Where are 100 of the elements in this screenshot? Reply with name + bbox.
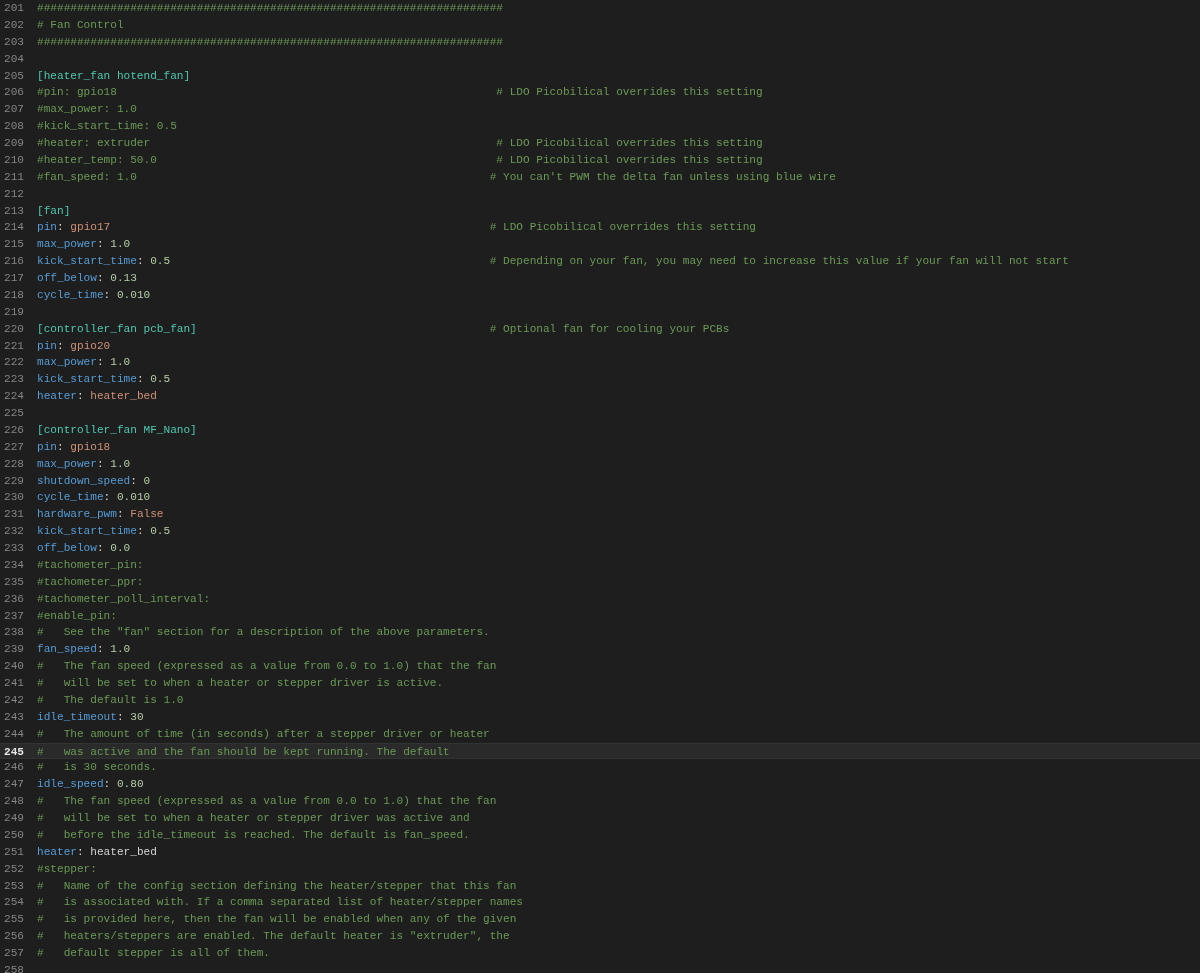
code-line: #pin: gpio18 # LDO Picobilical overrides this setting	[37, 85, 763, 101]
code-line: fan_speed: 1.0	[37, 642, 131, 658]
line-number: 247	[3, 777, 24, 793]
line-number: 202	[3, 17, 24, 33]
line-number: 234	[3, 557, 24, 573]
code-line: max_power: 1.0	[37, 456, 131, 472]
code-line: pin: gpio17 # LDO Picobilical overrides this setting	[37, 220, 756, 236]
code-line: off_below: 0.13	[37, 271, 137, 286]
code-line: idle_timeout: 30	[37, 709, 144, 725]
code-line: cycle_time: 0.010	[37, 287, 151, 303]
code-line: heater: heater_bed	[37, 389, 157, 405]
code-line: cycle_time: 0.010	[37, 490, 151, 506]
line-number: 246	[3, 760, 24, 776]
code-line: #heater: extruder # LDO Picobilical overrides this setting	[37, 136, 763, 151]
code-line: # The fan speed (expressed as a value from 0.0 to 1.0) that the fan	[37, 794, 497, 810]
code-line: [heater_fan hotend_fan]	[37, 68, 191, 84]
code-line: #max_power: 1.0	[37, 102, 137, 118]
line-number: 255	[3, 912, 24, 928]
code-line: # before the idle_timeout is reached. The default is fan_speed.	[37, 827, 470, 843]
code-line: # See the "fan" section for a description of the above parameters.	[37, 625, 490, 641]
line-number: 237	[3, 608, 24, 624]
line-number: 222	[3, 355, 24, 371]
line-number: 250	[3, 827, 24, 843]
code-line: kick_start_time: 0.5	[37, 372, 171, 388]
code-line: heater: heater_bed	[37, 844, 157, 860]
line-number: 217	[3, 271, 24, 286]
line-number: 226	[3, 422, 24, 438]
line-number: 219	[3, 304, 24, 320]
code-line: idle_speed: 0.80	[37, 777, 144, 793]
line-number: 225	[3, 406, 24, 421]
line-number: 239	[3, 642, 24, 658]
code-line: off_below: 0.0	[37, 541, 131, 556]
line-number: 235	[3, 574, 24, 590]
line-number: 244	[3, 726, 24, 742]
line-number: 201	[3, 1, 24, 16]
code-line: # will be set to when a heater or stepper driver was active and	[37, 811, 470, 826]
code-line: [fan]	[37, 203, 71, 219]
line-number: 223	[3, 372, 24, 388]
code-line: #tachometer_poll_interval:	[37, 591, 211, 607]
line-number: 220	[3, 321, 24, 337]
line-number: 231	[3, 507, 24, 523]
line-number: 236	[3, 591, 24, 607]
code-line: # The amount of time (in seconds) after a stepper driver or heater	[37, 726, 490, 742]
line-number: 204	[3, 51, 24, 67]
line-number: 208	[3, 119, 24, 135]
line-number: 216	[3, 254, 24, 270]
code-line: #tachometer_ppr:	[37, 574, 144, 590]
code-line: # is provided here, then the fan will be enabled when any of the given	[37, 912, 517, 928]
line-number: 206	[3, 85, 24, 101]
line-number: 249	[3, 811, 24, 826]
line-number: 251	[3, 844, 24, 860]
line-number: 257	[3, 946, 24, 961]
code-line: kick_start_time: 0.5 # Depending on your fan, you may need to increase this value if your fan will not start	[37, 254, 1069, 270]
line-number: 207	[3, 102, 24, 118]
line-number: 238	[3, 625, 24, 641]
code-line: # is associated with. If a comma separated list of heater/stepper names	[37, 895, 523, 911]
line-number: 213	[3, 203, 24, 219]
line-number: 242	[3, 692, 24, 708]
line-number: 232	[3, 524, 24, 540]
line-number: 258	[3, 962, 24, 973]
line-number: 241	[3, 676, 24, 691]
code-line: pin: gpio20	[37, 338, 111, 354]
code-line: # The fan speed (expressed as a value from 0.0 to 1.0) that the fan	[37, 659, 497, 675]
code-line: max_power: 1.0	[37, 237, 131, 253]
line-number: 218	[3, 287, 24, 303]
code-line: # was active and the fan should be kept running. The default	[37, 744, 450, 759]
line-number: 233	[3, 541, 24, 556]
code-line: #fan_speed: 1.0 # You can't PWM the delta fan unless using blue wire	[37, 169, 836, 185]
line-number: 253	[3, 878, 24, 894]
line-number: 254	[3, 895, 24, 911]
line-number: 205	[3, 68, 24, 84]
line-number: 214	[3, 220, 24, 236]
code-line: ######################################################################	[37, 34, 503, 50]
line-number: 256	[3, 929, 24, 945]
line-number: 228	[3, 456, 24, 472]
code-line: # will be set to when a heater or stepper driver is active.	[37, 676, 444, 691]
line-number: 252	[3, 861, 24, 877]
code-line: #stepper:	[37, 861, 97, 877]
code-line: # is 30 seconds.	[37, 760, 157, 776]
line-number: 212	[3, 186, 24, 202]
line-number: 227	[3, 439, 24, 455]
code-line: #kick_start_time: 0.5	[37, 119, 177, 135]
code-line: ######################################################################	[37, 1, 503, 16]
line-number: 203	[3, 34, 24, 50]
code-line: #tachometer_pin:	[37, 557, 144, 573]
line-number: 230	[3, 490, 24, 506]
line-number: 221	[3, 338, 24, 354]
code-line: max_power: 1.0	[37, 355, 131, 371]
code-line: pin: gpio18	[37, 439, 111, 455]
code-line: # Fan Control	[37, 17, 124, 33]
code-line: shutdown_speed: 0	[37, 473, 151, 489]
line-number: 243	[3, 709, 24, 725]
code-line: #enable_pin:	[37, 608, 117, 624]
code-line: #heater_temp: 50.0 # LDO Picobilical overrides this setting	[37, 152, 763, 168]
line-number: 248	[3, 794, 24, 810]
code-line: # default stepper is all of them.	[37, 946, 270, 961]
line-number: 210	[3, 152, 24, 168]
code-line: kick_start_time: 0.5	[37, 524, 171, 540]
code-line: [controller_fan pcb_fan] # Optional fan for cooling your PCBs	[37, 321, 730, 337]
line-number: 224	[3, 389, 24, 405]
